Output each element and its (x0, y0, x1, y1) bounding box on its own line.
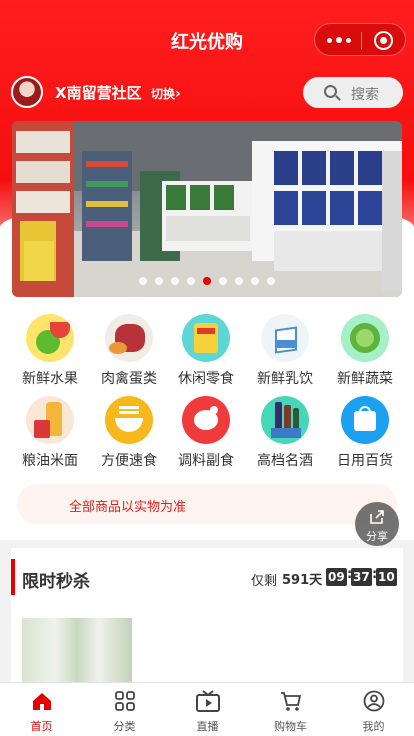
tab-label: 直播 (196, 720, 219, 733)
category-label: 肉禽蛋类 (101, 371, 157, 387)
community-avatar (11, 76, 43, 108)
category-item[interactable]: 日用百货 (330, 396, 400, 470)
category-item[interactable]: 新鲜水果 (15, 314, 85, 388)
category-label: 方便速食 (101, 453, 157, 469)
tab-label: 我的 (362, 720, 385, 733)
location-row: X南留营社区 切换› 搜索 (0, 76, 414, 112)
countdown-seconds: 10 (376, 568, 397, 586)
tab-home[interactable]: 首页 (0, 683, 83, 736)
category-label: 新鲜水果 (22, 371, 78, 387)
category-label: 调料副食 (178, 453, 234, 469)
snack-icon (182, 314, 230, 362)
cart-icon (280, 690, 302, 712)
carousel-dot[interactable] (155, 277, 163, 285)
vegetable-icon (341, 314, 389, 362)
tab-cart[interactable]: 购物车 (249, 683, 332, 736)
carousel-dot[interactable] (171, 277, 179, 285)
tab-label: 分类 (113, 720, 136, 733)
tab-category[interactable]: 分类 (83, 683, 166, 736)
remaining-days: 591天 (282, 573, 323, 588)
home-icon (31, 690, 53, 712)
share-label: 分享 (366, 530, 388, 543)
switch-label: 切换 (151, 87, 176, 101)
search-icon (324, 85, 337, 98)
category-label: 日用百货 (337, 453, 393, 469)
category-label: 休闲零食 (178, 371, 234, 387)
switch-community-button[interactable]: 切换› (151, 85, 181, 102)
milk-icon (261, 314, 309, 362)
category-item[interactable]: 粮油米面 (15, 396, 85, 470)
category-item[interactable]: 肉禽蛋类 (94, 314, 164, 388)
more-icon[interactable] (325, 32, 353, 49)
tab-label: 购物车 (274, 720, 307, 733)
tab-profile[interactable]: 我的 (332, 683, 414, 736)
category-icon (114, 690, 136, 712)
notice-text: 全部商品以实物为准 (69, 500, 187, 515)
flash-sale-section: 限时秒杀 仅剩 591天 09 : 37 : 10 (11, 548, 403, 688)
carousel-dot[interactable] (219, 277, 227, 285)
community-name[interactable]: X南留营社区 (55, 82, 142, 103)
meat-icon (105, 314, 153, 362)
search-label: 搜索 (351, 87, 379, 103)
carousel-dot[interactable] (203, 277, 211, 285)
carousel-indicator (12, 270, 402, 289)
carousel-dot[interactable] (267, 277, 275, 285)
title-bar: 红光优购 (0, 0, 414, 80)
search-button[interactable]: 搜索 (303, 77, 403, 108)
carousel-dot[interactable] (139, 277, 147, 285)
category-label: 粮油米面 (22, 453, 78, 469)
category-item[interactable]: 方便速食 (94, 396, 164, 470)
banner-carousel[interactable] (12, 121, 402, 297)
section-marker (11, 559, 15, 595)
tab-label: 首页 (30, 720, 53, 733)
category-label: 新鲜蔬菜 (337, 371, 393, 387)
liquor-icon (261, 396, 309, 444)
profile-icon (363, 690, 385, 712)
flash-sale-product-image[interactable] (22, 618, 132, 688)
share-icon (370, 510, 384, 524)
carousel-dot[interactable] (251, 277, 259, 285)
category-item[interactable]: 新鲜乳饮 (250, 314, 320, 388)
category-item[interactable]: 休闲零食 (171, 314, 241, 388)
daily-goods-icon (341, 396, 389, 444)
seasoning-icon (182, 396, 230, 444)
tab-live[interactable]: 直播 (166, 683, 249, 736)
fruit-icon (26, 314, 74, 362)
mini-program-capsule (314, 23, 406, 56)
bottom-tab-bar: 首页 分类 直播 购物车 我的 (0, 682, 414, 736)
category-label: 高档名酒 (257, 453, 313, 469)
carousel-dot[interactable] (235, 277, 243, 285)
category-label: 新鲜乳饮 (257, 371, 313, 387)
category-item[interactable]: 新鲜蔬菜 (330, 314, 400, 388)
instant-noodle-icon (105, 396, 153, 444)
share-button[interactable]: 分享 (355, 502, 399, 546)
countdown-minutes: 37 (351, 568, 372, 586)
live-icon (196, 690, 220, 712)
grain-oil-icon (26, 396, 74, 444)
category-item[interactable]: 调料副食 (171, 396, 241, 470)
countdown-hours: 09 (326, 568, 347, 586)
notice-bar: 全部商品以实物为准 (17, 484, 397, 524)
close-mini-program-icon[interactable] (374, 31, 393, 50)
remaining-label: 仅剩 (251, 574, 278, 589)
flash-sale-title: 限时秒杀 (22, 572, 90, 592)
carousel-dot[interactable] (187, 277, 195, 285)
chevron-right-icon: › (175, 86, 181, 102)
category-item[interactable]: 高档名酒 (250, 396, 320, 470)
